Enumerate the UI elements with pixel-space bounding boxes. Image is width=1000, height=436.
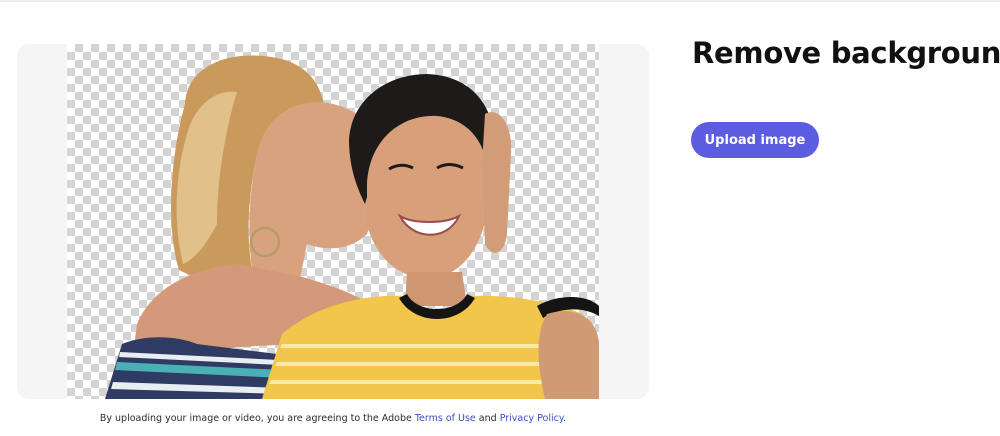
page-title: Remove background xyxy=(692,36,1000,70)
cutout-subject-image xyxy=(105,55,599,399)
transparency-checkerboard xyxy=(67,44,599,399)
terms-and-text: and xyxy=(475,413,500,424)
right-woman-hand xyxy=(482,112,512,253)
image-preview-card xyxy=(17,44,649,399)
upload-image-button[interactable]: Upload image xyxy=(691,122,819,158)
terms-notice: By uploading your image or video, you ar… xyxy=(0,413,666,424)
right-woman-neck xyxy=(405,272,467,306)
left-woman-top xyxy=(105,337,287,399)
top-divider xyxy=(0,0,1000,2)
privacy-policy-link[interactable]: Privacy Policy xyxy=(500,413,563,424)
right-woman-arm xyxy=(538,311,599,399)
terms-suffix-text: . xyxy=(563,413,567,424)
terms-prefix-text: By uploading your image or video, you ar… xyxy=(99,413,415,424)
right-woman-face xyxy=(367,115,490,279)
terms-of-use-link[interactable]: Terms of Use xyxy=(415,413,476,424)
